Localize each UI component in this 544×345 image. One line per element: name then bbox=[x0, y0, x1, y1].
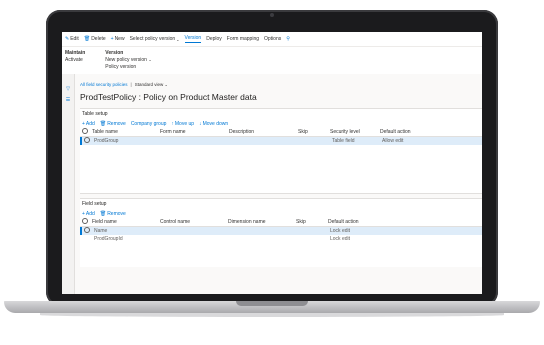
pencil-icon: ✎ bbox=[65, 36, 70, 42]
table-row[interactable]: ProdGroup Table field Allow edit bbox=[80, 137, 482, 145]
radio-icon bbox=[84, 137, 90, 143]
tab-options[interactable]: Options bbox=[264, 36, 281, 42]
column-header[interactable]: Dimension name bbox=[228, 219, 296, 225]
move-up-button[interactable]: ↑ Move up bbox=[171, 121, 194, 127]
section-title[interactable]: Table setup bbox=[80, 109, 482, 119]
default-action-cell[interactable]: Lock edit bbox=[330, 236, 390, 242]
field-grid-header: Field name Control name Dimension name S… bbox=[80, 218, 482, 227]
default-action-cell[interactable]: Allow edit bbox=[382, 138, 422, 144]
table-grid-header: Table name Form name Description Skip Se… bbox=[80, 128, 482, 137]
breadcrumb: All field security policies | Standard v… bbox=[80, 82, 482, 87]
select-all-radio[interactable] bbox=[80, 128, 92, 136]
radio-icon bbox=[82, 128, 88, 134]
remove-button[interactable]: 🗑 Remove bbox=[100, 211, 126, 217]
laptop-shadow bbox=[40, 313, 504, 317]
table-row[interactable]: Name Lock edit bbox=[80, 227, 482, 235]
field-setup-actions: + Add 🗑 Remove bbox=[80, 209, 482, 218]
breadcrumb-link[interactable]: All field security policies bbox=[80, 82, 128, 87]
field-grid-body: Name Lock edit ProdGroupId Lock edit bbox=[80, 227, 482, 267]
search-button[interactable]: ⚲ bbox=[286, 36, 290, 42]
plus-icon: + bbox=[110, 36, 114, 42]
column-header[interactable]: Field name bbox=[92, 219, 160, 225]
table-grid-body: ProdGroup Table field Allow edit bbox=[80, 137, 482, 194]
plus-icon: + bbox=[82, 120, 85, 127]
breadcrumb-separator: | bbox=[130, 82, 132, 87]
activate-button[interactable]: Activate bbox=[65, 57, 85, 63]
content: All field security policies | Standard v… bbox=[80, 82, 482, 294]
ribbon: Maintain Activate Version New policy ver… bbox=[62, 47, 482, 77]
action-pane: ✎ Edit 🗑 Delete + New Select policy version… bbox=[62, 32, 482, 47]
column-header[interactable]: Default action bbox=[380, 129, 420, 135]
row-select-radio[interactable] bbox=[82, 137, 94, 145]
table-setup-section: Table setup + Add 🗑 Remove Company group ↑… bbox=[80, 108, 482, 194]
column-header[interactable]: Control name bbox=[160, 219, 228, 225]
arrow-up-icon: ↑ bbox=[171, 120, 174, 127]
camera-icon bbox=[270, 13, 274, 17]
filter-icon[interactable]: ▽ bbox=[62, 86, 74, 92]
radio-icon bbox=[82, 218, 88, 224]
plus-icon: + bbox=[82, 210, 85, 217]
radio-icon bbox=[84, 227, 90, 233]
left-rail: ▽ ☰ bbox=[62, 74, 75, 294]
page-title: ProdTestPolicy : Policy on Product Maste… bbox=[80, 92, 257, 102]
ribbon-group-maintain: Maintain Activate bbox=[65, 50, 85, 76]
section-title[interactable]: Field setup bbox=[80, 199, 482, 209]
ribbon-group-version: Version New policy version ⌄ Policy vers… bbox=[97, 50, 151, 76]
tab-form-mapping[interactable]: Form mapping bbox=[227, 36, 259, 42]
new-button[interactable]: + New bbox=[111, 36, 125, 42]
main-area: ▽ ☰ All field security policies | Standa… bbox=[62, 74, 482, 294]
table-row[interactable]: ProdGroupId Lock edit bbox=[80, 235, 482, 243]
move-down-button[interactable]: ↓ Move down bbox=[199, 121, 228, 127]
tab-version[interactable]: Version bbox=[184, 35, 202, 43]
company-group-button[interactable]: Company group bbox=[131, 121, 167, 127]
row-select-radio[interactable] bbox=[82, 227, 94, 235]
select-all-radio[interactable] bbox=[80, 218, 92, 226]
laptop-notch bbox=[236, 301, 308, 306]
app-screen: ✎ Edit 🗑 Delete + New Select policy version… bbox=[62, 32, 482, 294]
chevron-down-icon: ⌄ bbox=[164, 82, 168, 87]
column-header[interactable]: Security level bbox=[330, 129, 380, 135]
add-button[interactable]: + Add bbox=[82, 121, 95, 127]
arrow-down-icon: ↓ bbox=[199, 120, 202, 127]
field-name-cell[interactable]: Name bbox=[94, 228, 162, 234]
column-header[interactable]: Table name bbox=[92, 129, 160, 135]
column-header[interactable]: Skip bbox=[296, 219, 328, 225]
trash-icon: 🗑 bbox=[83, 36, 91, 42]
tab-deploy[interactable]: Deploy bbox=[206, 36, 222, 42]
add-button[interactable]: + Add bbox=[82, 211, 95, 217]
trash-icon: 🗑 bbox=[99, 120, 107, 127]
chevron-down-icon: ⌄ bbox=[176, 36, 180, 42]
trash-icon: 🗑 bbox=[99, 210, 107, 217]
list-icon[interactable]: ☰ bbox=[62, 97, 74, 103]
column-header[interactable]: Form name bbox=[160, 129, 229, 135]
remove-button[interactable]: 🗑 Remove bbox=[100, 121, 126, 127]
default-action-cell[interactable]: Lock edit bbox=[330, 228, 390, 234]
select-policy-version-dropdown[interactable]: Select policy version ⌄ bbox=[130, 36, 180, 42]
column-header[interactable]: Description bbox=[229, 129, 298, 135]
field-setup-section: Field setup + Add 🗑 Remove Field name Cont… bbox=[80, 198, 482, 267]
column-header[interactable]: Skip bbox=[298, 129, 330, 135]
table-setup-actions: + Add 🗑 Remove Company group ↑ Move up ↓ Mov… bbox=[80, 119, 482, 128]
chevron-down-icon: ⌄ bbox=[148, 57, 152, 62]
search-icon: ⚲ bbox=[286, 36, 290, 42]
column-header[interactable]: Default action bbox=[328, 219, 388, 225]
ribbon-group-header: Version bbox=[105, 50, 124, 56]
policy-version-button[interactable]: Policy version bbox=[105, 64, 151, 70]
new-policy-version-button[interactable]: New policy version ⌄ bbox=[105, 57, 151, 63]
security-level-cell[interactable]: Table field bbox=[332, 138, 382, 144]
field-name-cell[interactable]: ProdGroupId bbox=[94, 236, 162, 242]
view-selector[interactable]: Standard view ⌄ bbox=[135, 82, 168, 87]
ribbon-group-header: Maintain bbox=[65, 50, 86, 56]
table-name-cell[interactable]: ProdGroup bbox=[94, 138, 162, 144]
delete-button[interactable]: 🗑 Delete bbox=[84, 36, 106, 42]
edit-button[interactable]: ✎ Edit bbox=[65, 36, 79, 42]
